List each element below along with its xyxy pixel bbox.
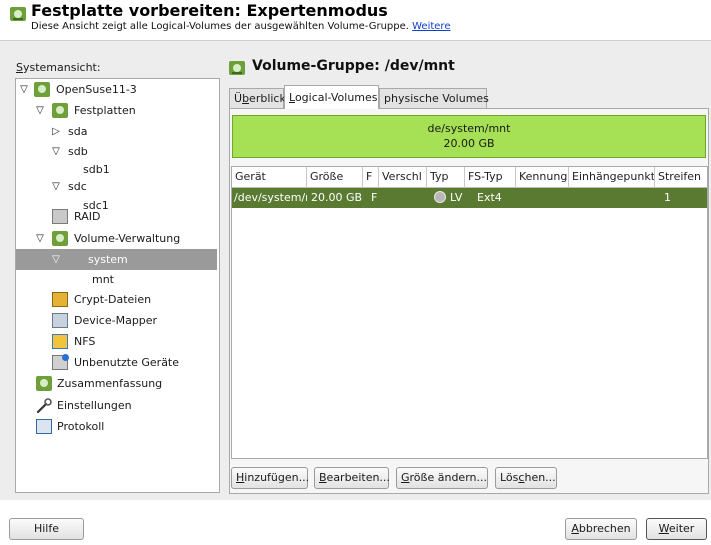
- cell-size: 20.00 GB: [311, 191, 363, 204]
- opensuse-icon: [52, 103, 68, 118]
- tree-item-raid[interactable]: RAID: [16, 206, 217, 227]
- logical-volume-icon: [434, 191, 446, 203]
- cell-stripes: 1: [664, 191, 671, 204]
- tree-item-label: Zusammenfassung: [57, 377, 163, 390]
- tree-item-label: Festplatten: [74, 104, 136, 117]
- unused-devices-icon: [52, 354, 69, 370]
- tree-item-sda[interactable]: ▷ sda: [16, 121, 217, 142]
- subtitle-text: Diese Ansicht zeigt alle Logical-Volumes…: [31, 21, 409, 32]
- column-header-device[interactable]: Gerät: [232, 167, 307, 187]
- opensuse-icon: [10, 6, 26, 22]
- collapse-arrow-icon[interactable]: ▽: [34, 100, 46, 121]
- tab-physical-volumes[interactable]: physische Volumes: [379, 88, 489, 108]
- collapse-arrow-icon[interactable]: ▽: [50, 249, 62, 270]
- next-button[interactable]: Weiter: [646, 518, 707, 540]
- tree-item-label: sda: [68, 125, 88, 138]
- tab-logical-volumes[interactable]: Logical-Volumes: [284, 85, 379, 109]
- more-link[interactable]: Weitere: [412, 21, 450, 32]
- tree-item-crypt-files[interactable]: Crypt-Dateien: [16, 289, 217, 310]
- tree-item-label: Unbenutzte Geräte: [74, 356, 180, 369]
- column-header-f[interactable]: F: [363, 167, 379, 187]
- tree-item-label: Einstellungen: [57, 399, 132, 412]
- volume-usage-bar: de/system/mnt 20.00 GB: [232, 115, 706, 158]
- edit-button[interactable]: Bearbeiten...: [314, 467, 390, 489]
- volume-group-title: Volume-Gruppe: /dev/mnt: [252, 58, 455, 74]
- page-title: Festplatte vorbereiten: Expertenmodus: [31, 1, 388, 20]
- cell-mount-point: [571, 188, 655, 208]
- cell-encryption: [381, 188, 429, 208]
- tree-item-label: OpenSuse11-3: [56, 83, 137, 96]
- tree-item-label: RAID: [74, 210, 101, 223]
- tree-item-unused-devices[interactable]: Unbenutzte Geräte: [16, 352, 217, 373]
- help-button[interactable]: Hilfe: [9, 518, 84, 540]
- system-view-tree[interactable]: ▽ OpenSuse11-3 ▽ Festplatten ▷ sda ▽ sdb…: [15, 78, 220, 493]
- collapse-arrow-icon[interactable]: ▽: [18, 79, 30, 100]
- tree-item-system[interactable]: ▽ system: [16, 249, 217, 270]
- bar-volume-size: 20.00 GB: [443, 137, 495, 150]
- column-header-type[interactable]: Typ: [427, 167, 465, 187]
- cancel-button[interactable]: Abbrechen: [565, 518, 637, 540]
- logical-volumes-table[interactable]: Gerät Größe F Verschl Typ FS-Typ Kennung…: [231, 166, 708, 459]
- column-header-stripes[interactable]: Streifen: [655, 167, 707, 187]
- tree-item-label: Volume-Verwaltung: [74, 232, 181, 245]
- expand-arrow-icon[interactable]: ▷: [50, 121, 62, 142]
- tab-overview[interactable]: Überblick: [229, 88, 286, 108]
- raid-icon: [52, 209, 68, 224]
- tree-item-volume-management[interactable]: ▽ Volume-Verwaltung: [16, 228, 217, 249]
- opensuse-icon: [34, 82, 50, 97]
- column-header-size[interactable]: Größe: [307, 167, 363, 187]
- nfs-icon: [52, 334, 68, 349]
- device-mapper-icon: [52, 313, 68, 328]
- volume-group-icon: [229, 60, 245, 76]
- tree-item-label: mnt: [92, 273, 114, 286]
- cell-device: /dev/system/mnt: [234, 191, 307, 204]
- cell-type: LV: [432, 188, 472, 208]
- wrench-icon: [36, 398, 52, 414]
- log-icon: [36, 419, 52, 434]
- collapse-arrow-icon[interactable]: ▽: [34, 228, 46, 249]
- tree-item-label: Crypt-Dateien: [74, 293, 152, 306]
- crypt-icon: [52, 292, 68, 307]
- cell-fs-type: Ext4: [477, 191, 502, 204]
- tree-item-label: Protokoll: [57, 420, 105, 433]
- bar-volume-name: de/system/mnt: [427, 122, 511, 135]
- column-header-encryption[interactable]: Verschl: [379, 167, 427, 187]
- opensuse-icon: [36, 376, 52, 391]
- tree-item-settings[interactable]: Einstellungen: [16, 395, 217, 416]
- tree-item-label: Device-Mapper: [74, 314, 158, 327]
- tree-item-mnt[interactable]: mnt: [16, 269, 217, 290]
- tree-item-hard-disks[interactable]: ▽ Festplatten: [16, 100, 217, 121]
- tree-item-summary[interactable]: Zusammenfassung: [16, 373, 217, 394]
- resize-button[interactable]: Größe ändern...: [396, 467, 488, 489]
- collapse-arrow-icon[interactable]: ▽: [50, 176, 62, 197]
- cell-label: [518, 188, 570, 208]
- column-header-fs-type[interactable]: FS-Typ: [465, 167, 516, 187]
- tree-item-label: system: [88, 253, 128, 266]
- tree-item-sdc[interactable]: ▽ sdc: [16, 176, 217, 197]
- tree-item-nfs[interactable]: NFS: [16, 331, 217, 352]
- tree-item-label: sdc: [68, 180, 87, 193]
- opensuse-icon: [52, 231, 68, 246]
- tree-item-device-mapper[interactable]: Device-Mapper: [16, 310, 217, 331]
- add-button[interactable]: Hinzufügen...: [231, 467, 309, 489]
- tree-item-label: NFS: [74, 335, 96, 348]
- delete-button[interactable]: Löschen...: [495, 467, 557, 489]
- tree-item-opensuse[interactable]: ▽ OpenSuse11-3: [16, 79, 217, 100]
- column-header-label[interactable]: Kennung: [516, 167, 569, 187]
- system-view-label: Systemansicht:: [16, 61, 101, 74]
- tree-item-log[interactable]: Protokoll: [16, 416, 217, 437]
- column-header-mount-point[interactable]: Einhängepunkt: [569, 167, 655, 187]
- page-subtitle: Diese Ansicht zeigt alle Logical-Volumes…: [31, 21, 450, 32]
